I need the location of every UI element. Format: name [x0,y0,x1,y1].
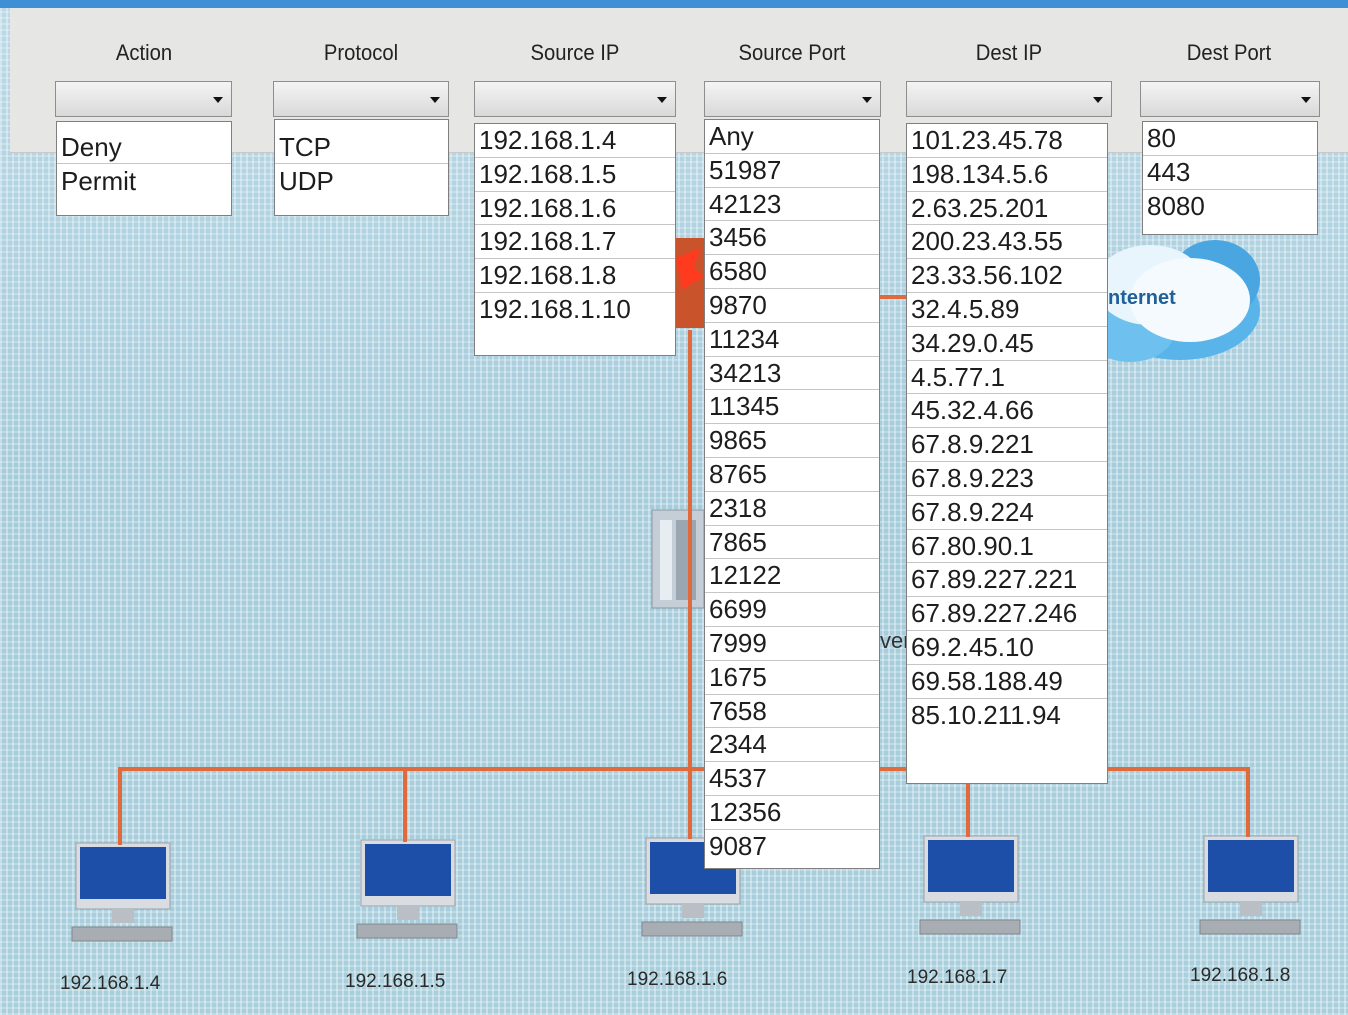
dest-port-column-title: Dest Port [1186,40,1272,65]
dropdown-option[interactable]: 9865 [705,424,879,458]
dropdown-option[interactable]: 4537 [705,762,879,796]
dropdown-option[interactable]: Deny [57,130,231,164]
dropdown-option[interactable]: 1675 [705,661,879,695]
internet-label: nternet [1108,287,1176,309]
dropdown-option[interactable]: 67.8.9.223 [907,462,1107,496]
dropdown-option[interactable]: 42123 [705,188,879,222]
dropdown-option[interactable]: 443 [1143,156,1317,190]
dropdown-option[interactable]: 45.32.4.66 [907,394,1107,429]
dropdown-option[interactable]: 69.58.188.49 [907,665,1107,699]
dest-ip-options-list: 101.23.45.78 198.134.5.6 2.63.25.201 200.23… [906,123,1108,784]
pc5-wire [1246,767,1250,837]
dropdown-option[interactable]: 80 [1143,122,1317,156]
dropdown-option[interactable]: 4.5.77.1 [907,361,1107,395]
host-label-1: 192.168.1.4 [60,973,161,994]
source-port-column-title: Source Port [738,40,846,65]
source-ip-column-title: Source IP [530,40,620,65]
host-label-3: 192.168.1.6 [627,969,728,990]
dropdown-option[interactable]: 192.168.1.10 [475,293,675,327]
dropdown-option[interactable]: 67.80.90.1 [907,530,1107,564]
computer-icon [919,835,1021,935]
dropdown-option[interactable]: 8080 [1143,190,1317,224]
chevron-down-icon [1093,97,1103,103]
source-port-options-list: Any 51987 42123 3456 6580 9870 11234 34213 11345… [704,119,880,869]
dropdown-option[interactable]: 2.63.25.201 [907,192,1107,226]
dest-ip-column-title: Dest IP [975,40,1043,65]
dropdown-option[interactable]: 2318 [705,492,879,526]
chevron-down-icon [657,97,667,103]
dropdown-option[interactable]: 67.8.9.224 [907,496,1107,530]
source-ip-options-list: 192.168.1.4 192.168.1.5 192.168.1.6 192.168… [474,123,676,356]
computer-icon [356,839,458,939]
dropdown-option[interactable]: Permit [57,164,231,198]
chevron-down-icon [862,97,872,103]
dropdown-option[interactable]: 12122 [705,559,879,594]
dest-port-dropdown[interactable] [1140,81,1320,117]
protocol-dropdown[interactable] [273,81,449,117]
dropdown-option[interactable]: 11234 [705,323,879,357]
dropdown-option[interactable]: 34.29.0.45 [907,327,1107,361]
dropdown-option[interactable]: 6699 [705,593,879,627]
dest-port-options-list: 80 443 8080 [1142,121,1318,235]
chevron-down-icon [213,97,223,103]
server-icon [651,509,705,609]
uplink-wire-vertical [688,330,692,770]
dropdown-option[interactable]: 7999 [705,627,879,661]
pc2-wire [403,767,407,842]
action-options-list: Deny Permit [56,121,232,216]
dropdown-option[interactable]: 85.10.211.94 [907,699,1107,733]
dropdown-option[interactable]: 23.33.56.102 [907,259,1107,293]
dropdown-option[interactable]: 3456 [705,221,879,256]
chevron-down-icon [430,97,440,103]
host-label-2: 192.168.1.5 [345,971,446,992]
dropdown-option[interactable]: 7865 [705,526,879,560]
source-port-dropdown[interactable] [704,81,881,117]
dropdown-option[interactable]: 32.4.5.89 [907,293,1107,327]
action-dropdown[interactable] [55,81,232,117]
dest-ip-dropdown[interactable] [906,81,1112,117]
dropdown-option[interactable]: 101.23.45.78 [907,124,1107,158]
protocol-column-title: Protocol [323,40,399,65]
dropdown-option[interactable]: 12356 [705,796,879,830]
host-label-4: 192.168.1.7 [907,967,1008,988]
dropdown-option[interactable]: TCP [275,130,448,164]
pc1-wire [118,767,122,845]
chevron-down-icon [1301,97,1311,103]
dropdown-option[interactable]: UDP [275,164,448,198]
dropdown-option[interactable]: Any [705,120,879,154]
dropdown-option[interactable]: 69.2.45.10 [907,631,1107,665]
dropdown-option[interactable]: 67.8.9.221 [907,428,1107,462]
source-ip-dropdown[interactable] [474,81,676,117]
dropdown-option[interactable]: 51987 [705,154,879,188]
action-column-title: Action [115,40,173,65]
dropdown-option[interactable]: 9087 [705,830,879,864]
computer-icon [71,842,173,942]
dropdown-option[interactable]: 198.134.5.6 [907,158,1107,192]
dropdown-option[interactable]: 34213 [705,357,879,391]
dropdown-option[interactable]: 192.168.1.6 [475,192,675,226]
dropdown-option[interactable]: 192.168.1.8 [475,259,675,293]
dropdown-option[interactable]: 192.168.1.4 [475,124,675,158]
host-label-5: 192.168.1.8 [1190,965,1291,986]
dropdown-option[interactable]: 192.168.1.7 [475,225,675,260]
pc3-wire [688,767,692,839]
dropdown-option[interactable]: 67.89.227.246 [907,597,1107,631]
dropdown-option[interactable]: 2344 [705,728,879,763]
firewall-icon [672,238,706,328]
protocol-options-list: TCP UDP [274,119,449,216]
dropdown-option[interactable]: 200.23.43.55 [907,225,1107,260]
dropdown-option[interactable]: 7658 [705,695,879,729]
dropdown-option[interactable]: 9870 [705,289,879,323]
dropdown-option[interactable]: 6580 [705,255,879,289]
computer-icon [1199,835,1301,935]
dropdown-option[interactable]: 8765 [705,458,879,492]
dropdown-option[interactable]: 67.89.227.221 [907,563,1107,598]
dropdown-option[interactable]: 192.168.1.5 [475,158,675,192]
dropdown-option[interactable]: 11345 [705,390,879,425]
